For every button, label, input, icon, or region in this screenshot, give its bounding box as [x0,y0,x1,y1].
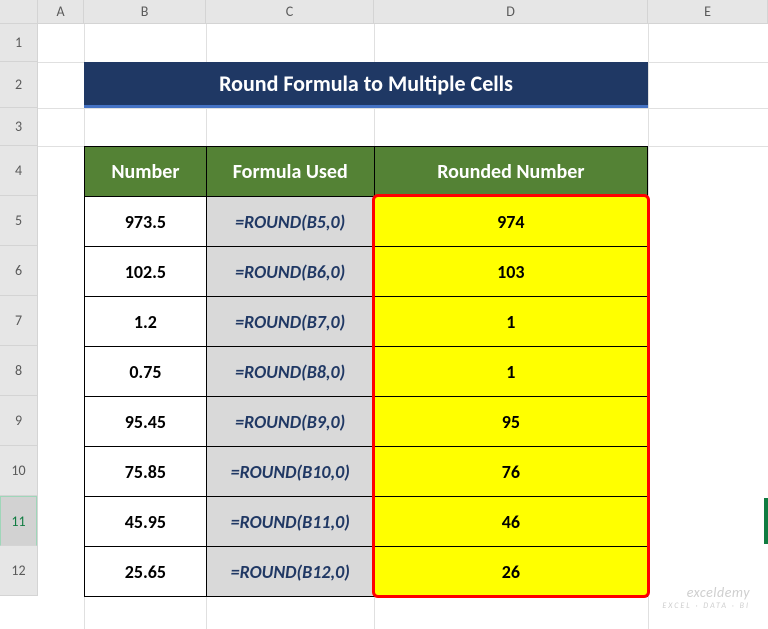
cell-number[interactable]: 25.65 [85,547,207,597]
row-header-7[interactable]: 7 [0,296,37,346]
cell-rounded[interactable]: 26 [374,547,647,597]
row-header-10[interactable]: 10 [0,446,37,496]
row-header-5[interactable]: 5 [0,196,37,246]
cell-rounded[interactable]: 103 [374,247,647,297]
col-header-c[interactable]: C [206,0,374,23]
column-headers: A B C D E [0,0,768,24]
table-row: 75.85=ROUND(B10,0)76 [85,447,648,497]
table-row: 1.2=ROUND(B7,0)1 [85,297,648,347]
header-formula[interactable]: Formula Used [206,147,374,197]
cell-formula[interactable]: =ROUND(B6,0) [206,247,374,297]
table-header-row: Number Formula Used Rounded Number [85,147,648,197]
col-header-a[interactable]: A [38,0,84,23]
row-header-4[interactable]: 4 [0,146,37,196]
cell-rounded[interactable]: 95 [374,397,647,447]
title-text: Round Formula to Multiple Cells [219,70,513,97]
cell-rounded[interactable]: 1 [374,297,647,347]
watermark-brand: exceldemy [687,584,750,601]
table-row: 95.45=ROUND(B9,0)95 [85,397,648,447]
cell-number[interactable]: 0.75 [85,347,207,397]
col-header-d[interactable]: D [374,0,648,23]
row-header-8[interactable]: 8 [0,346,37,396]
data-table: Number Formula Used Rounded Number 973.5… [84,146,648,597]
row-header-1[interactable]: 1 [0,24,37,62]
table-row: 25.65=ROUND(B12,0)26 [85,547,648,597]
cell-number[interactable]: 1.2 [85,297,207,347]
cell-rounded[interactable]: 76 [374,447,647,497]
table-row: 45.95=ROUND(B11,0)46 [85,497,648,547]
header-number[interactable]: Number [85,147,207,197]
watermark-tag: EXCEL · DATA · BI [662,601,750,611]
table-row: 973.5=ROUND(B5,0)974 [85,197,648,247]
cell-formula[interactable]: =ROUND(B7,0) [206,297,374,347]
table-row: 0.75=ROUND(B8,0)1 [85,347,648,397]
table-row: 102.5=ROUND(B6,0)103 [85,247,648,297]
cell-formula[interactable]: =ROUND(B12,0) [206,547,374,597]
watermark: exceldemy EXCEL · DATA · BI [662,584,750,611]
cell-formula[interactable]: =ROUND(B8,0) [206,347,374,397]
header-rounded[interactable]: Rounded Number [374,147,647,197]
row-header-12[interactable]: 12 [0,546,37,596]
title-cell[interactable]: Round Formula to Multiple Cells [84,62,648,108]
cell-number[interactable]: 102.5 [85,247,207,297]
row-header-6[interactable]: 6 [0,246,37,296]
selection-marker [764,498,768,544]
row-header-3[interactable]: 3 [0,108,37,146]
select-all-corner[interactable] [0,0,38,23]
cell-formula[interactable]: =ROUND(B9,0) [206,397,374,447]
cell-formula[interactable]: =ROUND(B11,0) [206,497,374,547]
cell-rounded[interactable]: 46 [374,497,647,547]
row-header-9[interactable]: 9 [0,396,37,446]
cell-number[interactable]: 95.45 [85,397,207,447]
row-header-11[interactable]: 11 [0,496,37,546]
cell-number[interactable]: 45.95 [85,497,207,547]
cell-rounded[interactable]: 974 [374,197,647,247]
cell-formula[interactable]: =ROUND(B10,0) [206,447,374,497]
row-header-2[interactable]: 2 [0,62,37,108]
cell-rounded[interactable]: 1 [374,347,647,397]
cell-formula[interactable]: =ROUND(B5,0) [206,197,374,247]
cell-number[interactable]: 75.85 [85,447,207,497]
col-header-e[interactable]: E [648,0,768,23]
col-header-b[interactable]: B [84,0,206,23]
row-headers: 1 2 3 4 5 6 7 8 9 10 11 12 [0,24,38,596]
cell-number[interactable]: 973.5 [85,197,207,247]
grid-area[interactable]: Round Formula to Multiple Cells Number F… [38,24,768,629]
spreadsheet: A B C D E 1 2 3 4 5 6 7 8 9 10 11 12 Rou [0,0,768,629]
